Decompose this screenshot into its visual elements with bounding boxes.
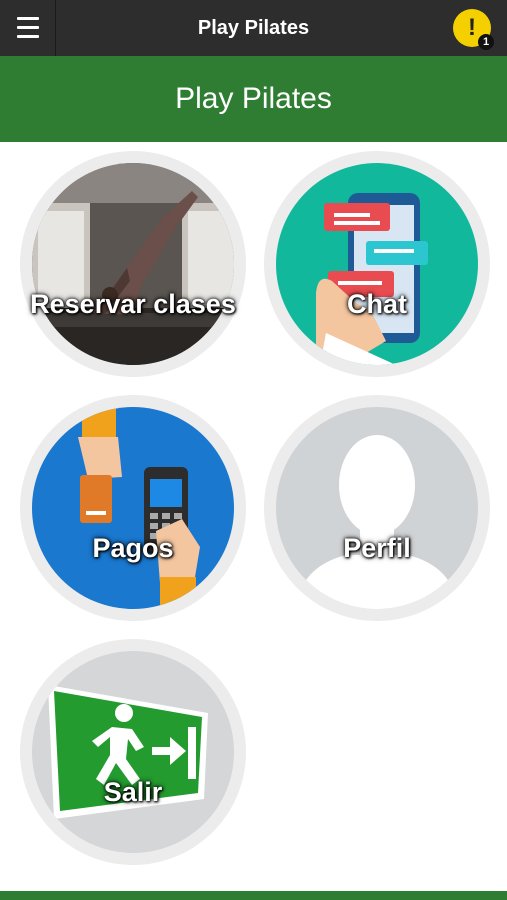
bottom-bar: [0, 891, 507, 900]
payment-terminal-icon: [32, 407, 234, 609]
tile-reservar-clases[interactable]: Reservar clases: [20, 151, 246, 377]
tile-label: Pagos: [92, 533, 174, 563]
app-title: Play Pilates: [197, 17, 310, 39]
tile-label: Salir: [103, 777, 163, 807]
page-title: Play Pilates: [0, 56, 507, 142]
user-silhouette-icon: [276, 407, 478, 609]
pilates-photo: [32, 163, 234, 365]
notification-count-badge: 1: [478, 34, 494, 50]
tile-perfil[interactable]: Perfil: [264, 395, 490, 621]
tile-pagos[interactable]: Pagos: [20, 395, 246, 621]
tile-salir[interactable]: Salir: [20, 639, 246, 865]
menu-button[interactable]: [0, 0, 56, 56]
tile-chat[interactable]: Chat: [264, 151, 490, 377]
tile-label: Perfil: [343, 533, 411, 563]
top-bar: Play Pilates ! 1: [0, 0, 507, 56]
chat-phone-icon: [276, 163, 478, 365]
hamburger-menu-icon: [17, 17, 39, 20]
notifications-button[interactable]: ! 1: [453, 9, 494, 50]
exit-sign-icon: [32, 651, 234, 853]
tile-label: Reservar clases: [30, 289, 236, 319]
tile-label: Chat: [347, 289, 407, 319]
